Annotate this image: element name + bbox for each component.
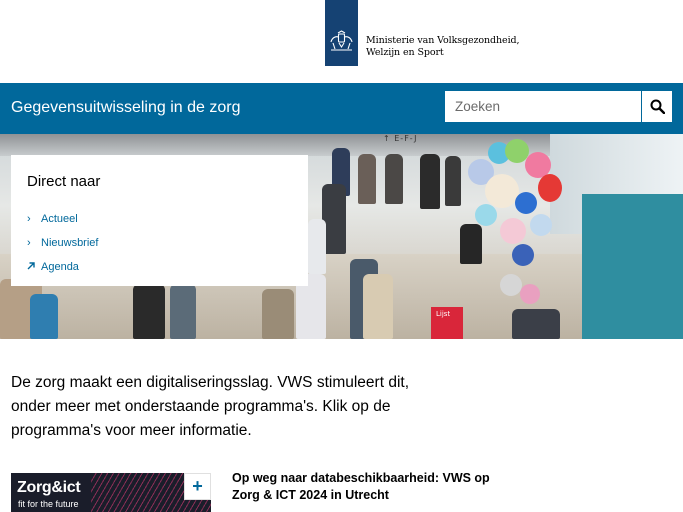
expand-button[interactable]: + (184, 473, 211, 500)
search-button[interactable] (641, 91, 672, 122)
ministry-name: Ministerie van Volksgezondheid, Welzijn … (366, 35, 520, 59)
government-logo[interactable] (325, 0, 358, 66)
direct-naar-title: Direct naar (27, 173, 101, 190)
search-icon (650, 99, 665, 114)
coat-of-arms-icon (330, 30, 353, 51)
search-form (444, 90, 673, 123)
hero-balloon (515, 192, 537, 214)
arrow-up-right-icon (27, 261, 37, 273)
direct-link-label[interactable]: Nieuwsbrief (41, 237, 98, 249)
hero-balloon (538, 174, 562, 202)
direct-link-nieuwsbrief[interactable]: › Nieuwsbrief (27, 231, 98, 255)
hero-balloon (512, 244, 534, 266)
hero-person (262, 289, 294, 339)
hero-person (445, 156, 461, 206)
hero-shopping-bag: Lijst (431, 307, 463, 339)
direct-naar-panel: Direct naar › Actueel › Nieuwsbrief Agen… (11, 155, 308, 286)
program-card-image[interactable]: Zorg&ict fit for the future (11, 473, 211, 512)
site-title-link[interactable]: Gegevensuitwisseling in de zorg (11, 99, 240, 117)
hero-balloon (520, 284, 540, 304)
chevron-right-icon: › (27, 237, 31, 249)
hero-person (358, 154, 376, 204)
ministry-name-line-1: Ministerie van Volksgezondheid, (366, 35, 520, 46)
direct-link-label[interactable]: Agenda (41, 261, 79, 273)
chevron-right-icon: › (27, 213, 31, 225)
direct-link-actueel[interactable]: › Actueel (27, 207, 98, 231)
hero-person (385, 154, 403, 204)
ministry-name-line-2: Welzijn en Sport (366, 47, 444, 58)
hero-person (308, 219, 326, 274)
hero-shopping-bag-label: Lijst (436, 310, 451, 318)
main-navbar: Gegevensuitwisseling in de zorg (0, 83, 683, 134)
hero-person (512, 309, 560, 339)
hero-balloon (500, 218, 526, 244)
hero-person (170, 284, 196, 339)
hero-balloon (475, 204, 497, 226)
intro-text: De zorg maakt een digitaliseringsslag. V… (11, 374, 409, 439)
direct-link-label[interactable]: Actueel (41, 213, 78, 225)
hero-person (363, 274, 393, 339)
hero-person (420, 154, 440, 209)
plus-icon: + (192, 476, 203, 496)
hero-person (30, 294, 58, 339)
hero-balloon (500, 274, 522, 296)
site-header: Ministerie van Volksgezondheid, Welzijn … (0, 0, 683, 83)
hero-sign: ↑ E-F-J (383, 134, 418, 143)
hero-teal-shop (582, 194, 683, 339)
card-logo: Zorg&ict (17, 479, 81, 496)
hero-person (133, 284, 165, 339)
card-tagline: fit for the future (18, 499, 79, 509)
direct-naar-list: › Actueel › Nieuwsbrief Agenda (27, 207, 98, 279)
direct-link-agenda[interactable]: Agenda (27, 255, 98, 279)
hero-balloon (485, 174, 519, 208)
program-card-title[interactable]: Op weg naar databeschikbaarheid: VWS op … (232, 470, 492, 504)
hero-balloon (530, 214, 552, 236)
search-input[interactable] (445, 91, 641, 122)
hero-person (460, 224, 482, 264)
